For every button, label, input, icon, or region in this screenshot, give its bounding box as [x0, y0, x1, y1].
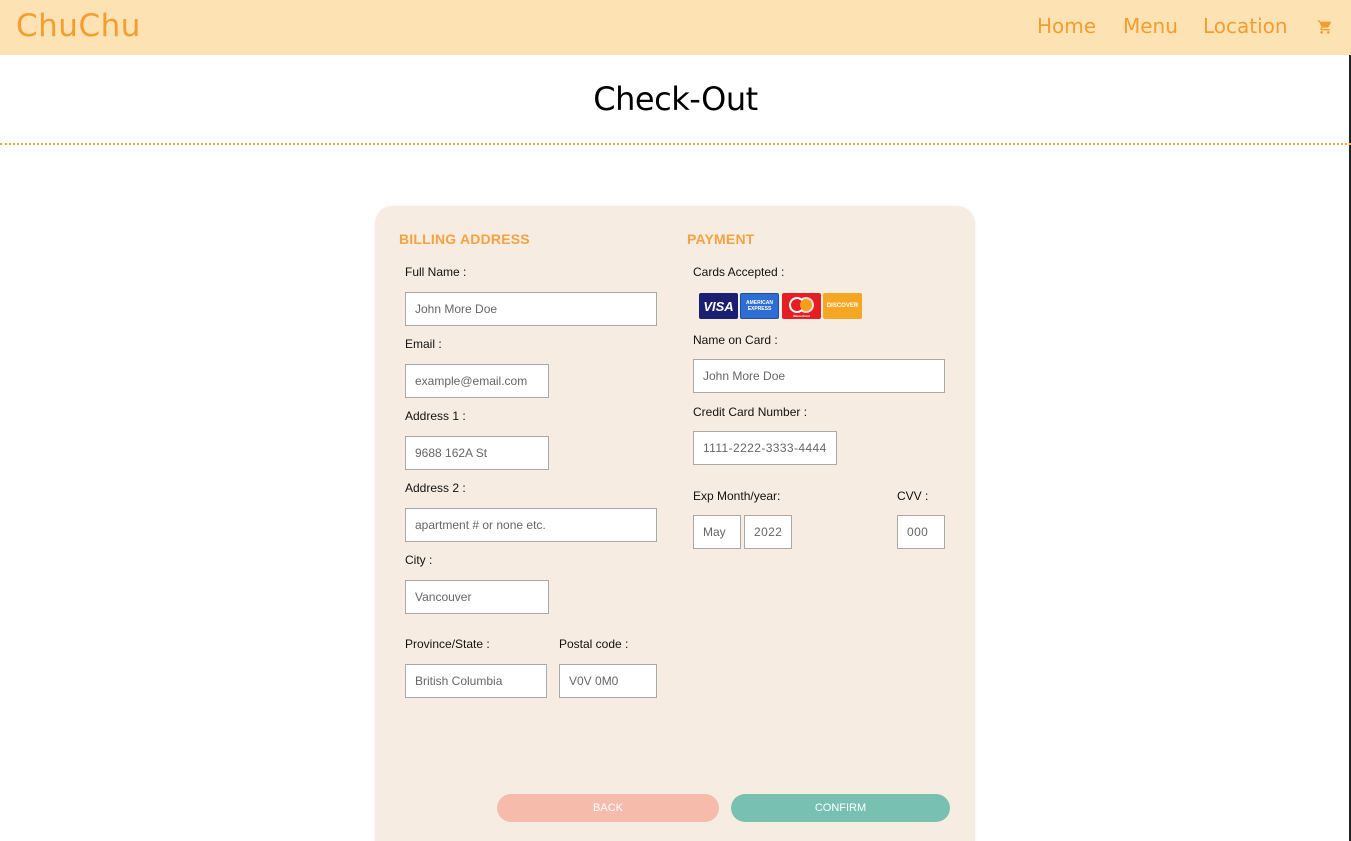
page-title: Check-Out [593, 80, 758, 118]
mastercard-card-icon: MasterCard [782, 293, 821, 319]
nav-link-home[interactable]: Home [1037, 14, 1096, 38]
province-label: Province/State : [405, 637, 490, 651]
cvv-input[interactable]: 000 [897, 515, 945, 549]
postal-code-label: Postal code : [559, 637, 629, 651]
city-label: City : [405, 553, 433, 567]
billing-address-heading: BILLING ADDRESS [399, 231, 530, 247]
cards-accepted-label: Cards Accepted : [693, 265, 785, 279]
title-dotted-divider [0, 143, 1351, 145]
full-name-label: Full Name : [405, 265, 467, 279]
brand-logo-text[interactable]: ChuChu [16, 8, 141, 44]
discover-card-icon: DISCOVER [823, 293, 862, 319]
exp-year-input[interactable]: 2022 [744, 515, 792, 549]
nav-link-menu[interactable]: Menu [1123, 14, 1178, 38]
exp-month-year-label: Exp Month/year: [693, 489, 781, 503]
city-input[interactable]: Vancouver [405, 580, 549, 614]
province-input[interactable]: British Columbia [405, 664, 547, 698]
address1-input[interactable]: 9688 162A St [405, 436, 549, 470]
address2-input[interactable]: apartment # or none etc. [405, 508, 657, 542]
postal-code-input[interactable]: V0V 0M0 [559, 664, 657, 698]
card-number-input[interactable]: 1111-2222-3333-4444 [693, 431, 837, 465]
name-on-card-label: Name on Card : [693, 333, 778, 347]
top-navbar: ChuChu Home Menu Location [0, 0, 1351, 55]
full-name-input[interactable]: John More Doe [405, 292, 657, 326]
back-button[interactable]: BACK [497, 794, 719, 822]
cvv-label: CVV : [897, 489, 929, 503]
address2-label: Address 2 : [405, 481, 466, 495]
address1-label: Address 1 : [405, 409, 466, 423]
exp-month-input[interactable]: May [693, 515, 741, 549]
nav-link-location[interactable]: Location [1203, 14, 1288, 38]
email-label: Email : [405, 337, 442, 351]
name-on-card-input[interactable]: John More Doe [693, 359, 945, 393]
email-input[interactable]: example@email.com [405, 364, 549, 398]
card-number-label: Credit Card Number : [693, 405, 808, 419]
visa-card-icon: VISA [699, 293, 738, 319]
confirm-button[interactable]: CONFIRM [731, 794, 950, 822]
shopping-cart-icon[interactable] [1317, 19, 1333, 35]
amex-card-icon: AMERICAN EXPRESS [740, 293, 779, 319]
payment-heading: PAYMENT [687, 231, 755, 247]
mastercard-wordmark: MasterCard [793, 314, 810, 318]
